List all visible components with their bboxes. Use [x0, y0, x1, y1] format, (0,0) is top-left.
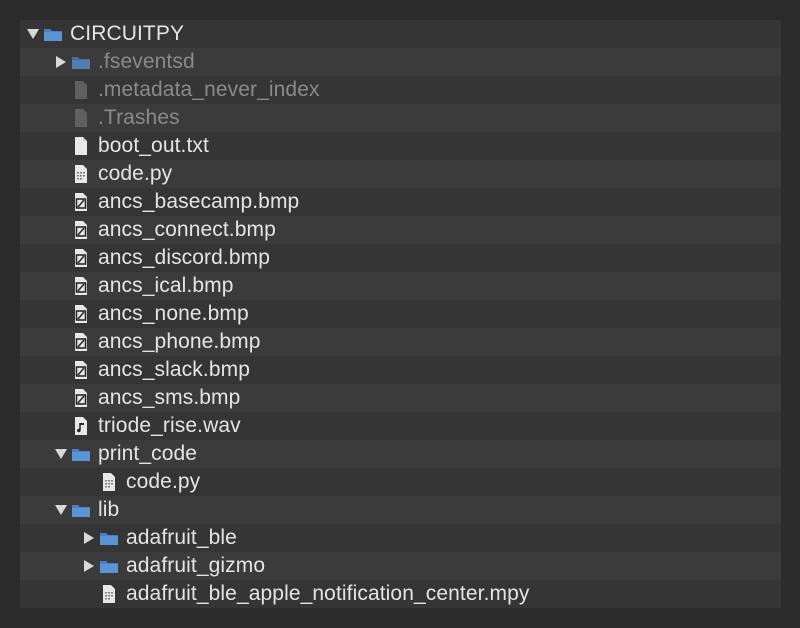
arrow-spacer — [54, 356, 68, 384]
arrow-spacer — [82, 580, 96, 608]
tree-item-label: ancs_sms.bmp — [98, 386, 241, 409]
file-tree: CIRCUITPY .fseventsd .metadata_never_index… — [20, 20, 781, 608]
tree-file-row[interactable]: adafruit_ble_apple_notification_center.m… — [20, 580, 781, 608]
code-file-icon — [70, 160, 92, 188]
arrow-spacer — [54, 412, 68, 440]
arrow-spacer — [54, 328, 68, 356]
tree-item-label: ancs_discord.bmp — [98, 246, 271, 269]
tree-item-label: ancs_basecamp.bmp — [98, 190, 300, 213]
tree-file-row[interactable]: boot_out.txt — [20, 132, 781, 160]
file-icon — [70, 76, 92, 104]
text-file-icon — [70, 132, 92, 160]
image-file-icon — [70, 356, 92, 384]
folder-icon — [70, 440, 92, 468]
tree-file-row[interactable]: ancs_none.bmp — [20, 300, 781, 328]
arrow-spacer — [54, 76, 68, 104]
tree-item-label: adafruit_ble — [126, 526, 237, 549]
expanded-arrow-icon[interactable] — [54, 440, 68, 468]
tree-file-row[interactable]: ancs_slack.bmp — [20, 356, 781, 384]
tree-item-label: triode_rise.wav — [98, 414, 241, 437]
collapsed-arrow-icon[interactable] — [82, 552, 96, 580]
tree-item-label: ancs_phone.bmp — [98, 330, 261, 353]
tree-item-label: .fseventsd — [98, 50, 195, 73]
image-file-icon — [70, 216, 92, 244]
tree-file-row[interactable]: ancs_connect.bmp — [20, 216, 781, 244]
image-file-icon — [70, 328, 92, 356]
folder-icon — [70, 496, 92, 524]
tree-item-label: ancs_connect.bmp — [98, 218, 276, 241]
arrow-spacer — [82, 468, 96, 496]
tree-folder-row[interactable]: print_code — [20, 440, 781, 468]
expanded-arrow-icon[interactable] — [54, 496, 68, 524]
tree-item-label: CIRCUITPY — [70, 22, 185, 45]
folder-icon — [98, 552, 120, 580]
code-file-icon — [98, 580, 120, 608]
tree-file-row[interactable]: ancs_ical.bmp — [20, 272, 781, 300]
tree-folder-row[interactable]: adafruit_ble — [20, 524, 781, 552]
folder-icon — [42, 20, 64, 48]
tree-folder-row[interactable]: CIRCUITPY — [20, 20, 781, 48]
tree-file-row[interactable]: code.py — [20, 160, 781, 188]
collapsed-arrow-icon[interactable] — [82, 524, 96, 552]
tree-file-row[interactable]: .Trashes — [20, 104, 781, 132]
tree-item-label: lib — [98, 498, 120, 521]
tree-file-row[interactable]: code.py — [20, 468, 781, 496]
tree-item-label: code.py — [126, 470, 201, 493]
arrow-spacer — [54, 244, 68, 272]
arrow-spacer — [54, 300, 68, 328]
tree-item-label: .Trashes — [98, 106, 180, 129]
arrow-spacer — [54, 216, 68, 244]
code-file-icon — [98, 468, 120, 496]
expanded-arrow-icon[interactable] — [26, 20, 40, 48]
collapsed-arrow-icon[interactable] — [54, 48, 68, 76]
arrow-spacer — [54, 104, 68, 132]
tree-item-label: .metadata_never_index — [98, 78, 320, 101]
arrow-spacer — [54, 132, 68, 160]
tree-folder-row[interactable]: lib — [20, 496, 781, 524]
audio-file-icon — [70, 412, 92, 440]
tree-item-label: adafruit_gizmo — [126, 554, 266, 577]
tree-item-label: adafruit_ble_apple_notification_center.m… — [126, 582, 530, 605]
folder-icon — [70, 48, 92, 76]
arrow-spacer — [54, 160, 68, 188]
arrow-spacer — [54, 384, 68, 412]
tree-item-label: ancs_slack.bmp — [98, 358, 250, 381]
tree-item-label: ancs_ical.bmp — [98, 274, 234, 297]
tree-file-row[interactable]: ancs_discord.bmp — [20, 244, 781, 272]
arrow-spacer — [54, 188, 68, 216]
tree-item-label: code.py — [98, 162, 173, 185]
tree-file-row[interactable]: ancs_phone.bmp — [20, 328, 781, 356]
file-icon — [70, 104, 92, 132]
arrow-spacer — [54, 272, 68, 300]
image-file-icon — [70, 244, 92, 272]
image-file-icon — [70, 188, 92, 216]
tree-file-row[interactable]: .metadata_never_index — [20, 76, 781, 104]
tree-folder-row[interactable]: adafruit_gizmo — [20, 552, 781, 580]
folder-icon — [98, 524, 120, 552]
tree-folder-row[interactable]: .fseventsd — [20, 48, 781, 76]
image-file-icon — [70, 272, 92, 300]
tree-item-label: ancs_none.bmp — [98, 302, 249, 325]
tree-item-label: print_code — [98, 442, 198, 465]
tree-file-row[interactable]: ancs_basecamp.bmp — [20, 188, 781, 216]
tree-file-row[interactable]: triode_rise.wav — [20, 412, 781, 440]
tree-file-row[interactable]: ancs_sms.bmp — [20, 384, 781, 412]
tree-item-label: boot_out.txt — [98, 134, 209, 157]
image-file-icon — [70, 300, 92, 328]
image-file-icon — [70, 384, 92, 412]
